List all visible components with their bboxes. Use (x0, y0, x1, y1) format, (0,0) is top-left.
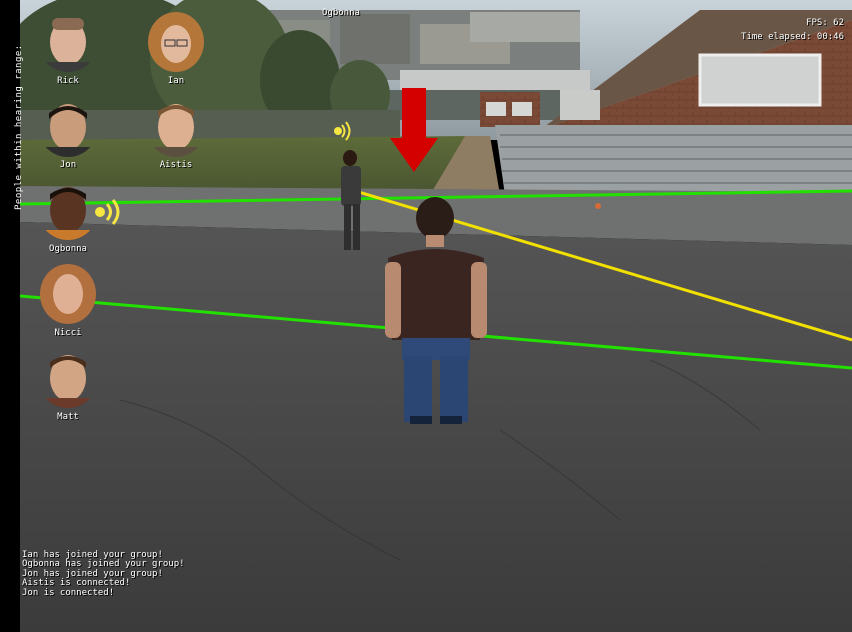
fence (495, 125, 852, 200)
time-elapsed: Time elapsed: 00:46 (741, 32, 844, 42)
participant-name: Ogbonna (49, 244, 87, 254)
avatar-photo-aistis (154, 104, 198, 157)
participant-name: Jon (59, 160, 77, 170)
participant-name: Rick (57, 76, 79, 86)
scene-render (0, 0, 852, 632)
participant-name: Aistis (159, 160, 193, 170)
game-viewport[interactable]: People within hearing range: Rick Ian Jo… (0, 0, 852, 632)
avatar-photo-jon (46, 104, 90, 157)
hearing-range-label: People within hearing range: (14, 44, 24, 210)
log-line: Jon is connected! (22, 587, 115, 598)
avatar-photo-matt (46, 355, 90, 408)
target-name: Ogbonna (322, 8, 360, 18)
event-log: Ian has joined your group! Ogbonna has j… (22, 550, 185, 599)
participant-name: Matt (57, 412, 79, 422)
participant-name: Ian (167, 76, 185, 86)
speaking-icon (95, 199, 120, 225)
participant-name: Nicci (54, 328, 82, 338)
avatar-photo-rick (46, 18, 90, 72)
avatar-photo-ogbonna (46, 187, 90, 240)
avatar-photo-ian (148, 12, 204, 72)
fps-counter: FPS: 62 (806, 18, 844, 28)
avatar-photo-nicci (40, 264, 96, 324)
